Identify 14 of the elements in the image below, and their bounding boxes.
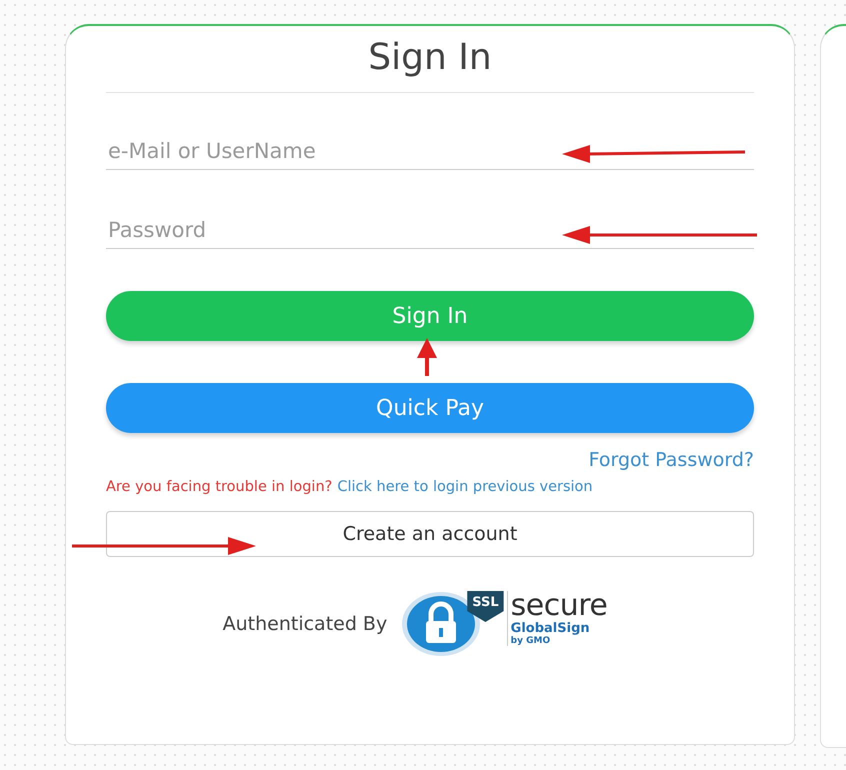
ssl-badge: SSL	[467, 591, 504, 622]
by-label: by GMO	[510, 637, 552, 646]
forgot-password-link[interactable]: Forgot Password?	[588, 449, 754, 471]
secure-label: secure	[510, 591, 608, 621]
trouble-message: Are you facing trouble in login?	[106, 479, 332, 495]
quick-pay-button[interactable]: Quick Pay	[106, 383, 754, 433]
brand-label: GlobalSign	[510, 622, 591, 635]
card-title: Sign In	[367, 36, 493, 80]
create-account-button[interactable]: Create an account	[106, 511, 754, 557]
username-field[interactable]: e-Mail or UserName	[106, 139, 754, 170]
previous-version-link[interactable]: Click here to login previous version	[337, 479, 593, 495]
authenticated-by-label: Authenticated By	[222, 613, 388, 635]
sign-in-button[interactable]: Sign In	[106, 291, 754, 341]
annotation-arrow	[417, 338, 437, 376]
